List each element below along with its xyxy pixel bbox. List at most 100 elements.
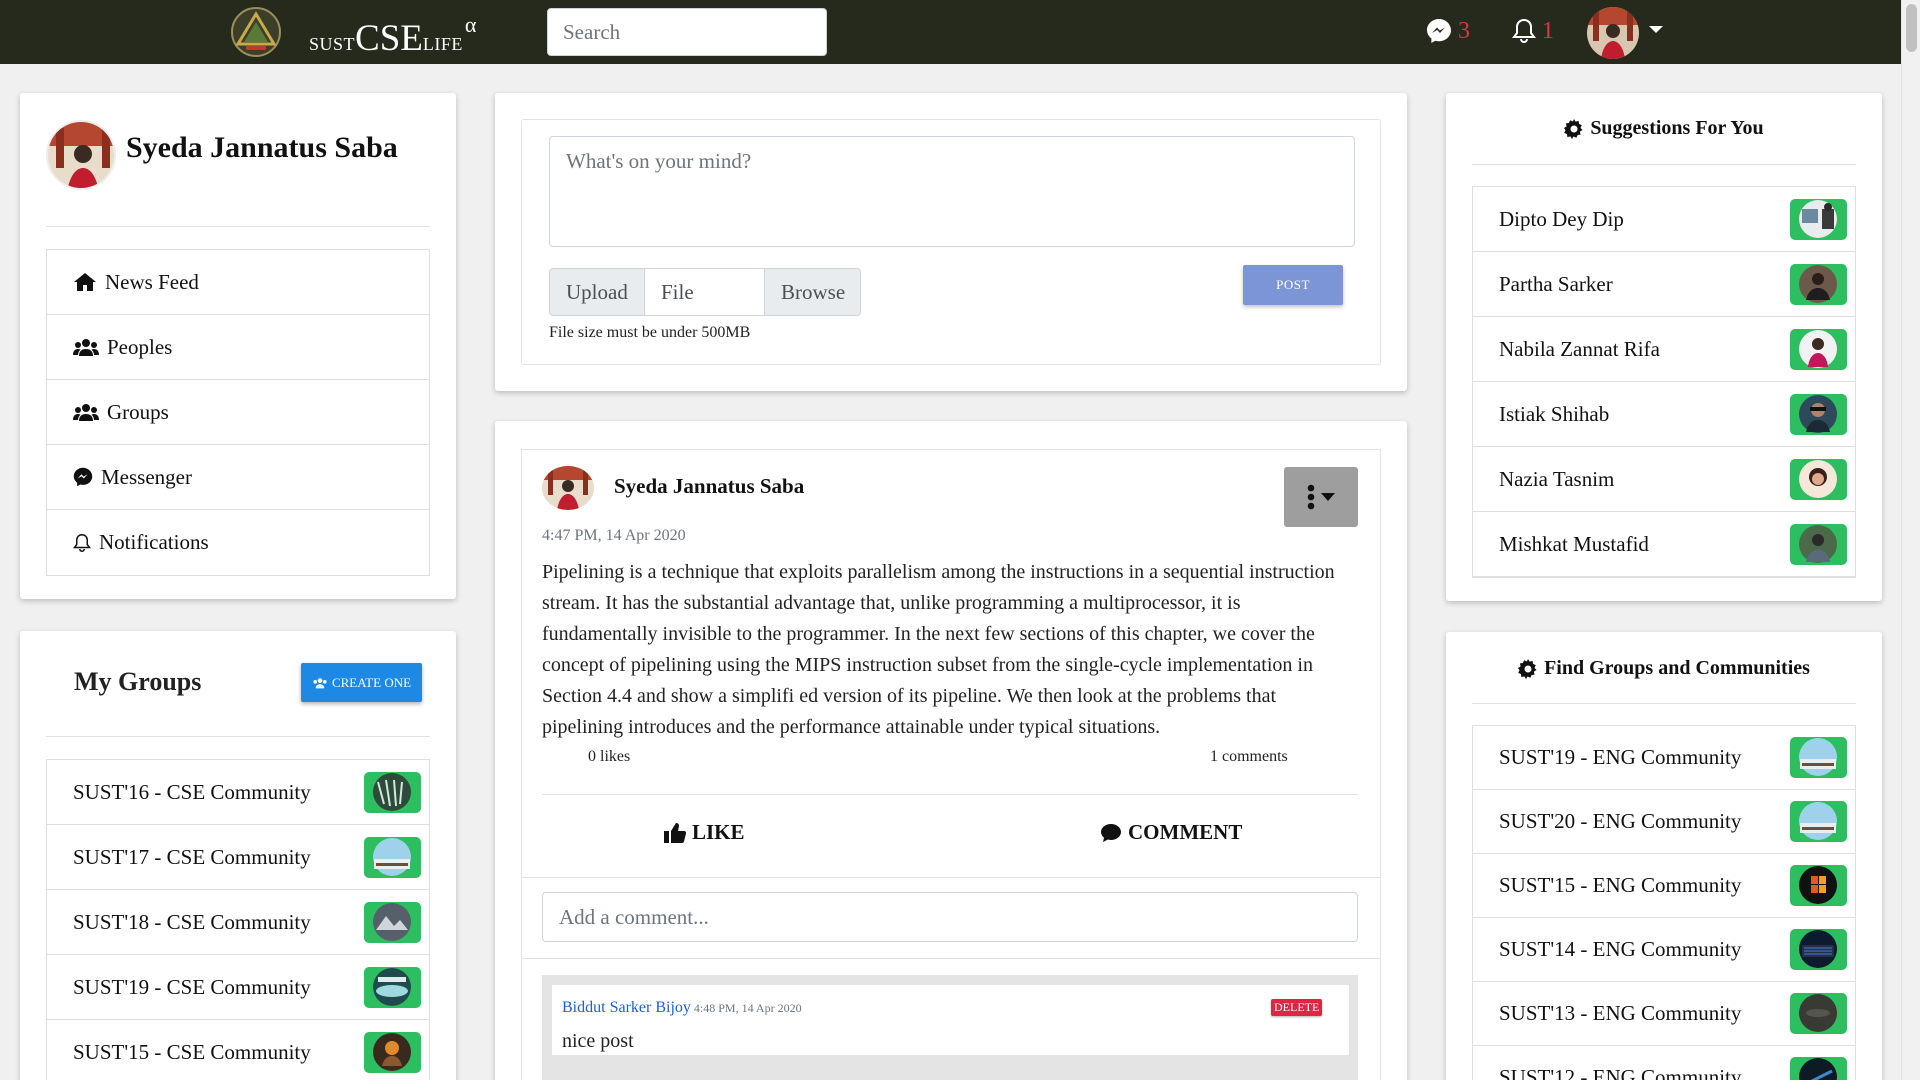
community-thumbnail	[1790, 865, 1847, 906]
community-item[interactable]: SUST'15 - ENG Community	[1473, 854, 1855, 918]
comments-section: Biddut Sarker Bijoy 4:48 PM, 14 Apr 2020 …	[542, 975, 1358, 1080]
menu-item-messenger[interactable]: Messenger	[47, 445, 429, 510]
suggestion-item[interactable]: Mishkat Mustafid	[1473, 512, 1855, 577]
menu-item-label: Groups	[107, 399, 169, 424]
messages-count: 3	[1458, 18, 1470, 44]
brand-alpha: α	[464, 12, 477, 37]
site-logo[interactable]	[230, 6, 282, 58]
my-groups-title: My Groups	[74, 667, 202, 696]
community-name: SUST'13 - ENG Community	[1499, 1001, 1742, 1025]
upload-label: Upload	[550, 269, 645, 315]
suggestions-list: Dipto Dey Dip Partha Sarker Nabila Zanna…	[1472, 186, 1856, 578]
menu-item-news-feed[interactable]: News Feed	[47, 250, 429, 315]
suggestion-item[interactable]: Dipto Dey Dip	[1473, 187, 1855, 252]
post-textarea[interactable]	[549, 136, 1355, 247]
suggestion-item[interactable]: Nabila Zannat Rifa	[1473, 317, 1855, 382]
profile-avatar[interactable]	[46, 120, 116, 190]
suggestion-item[interactable]: Istiak Shihab	[1473, 382, 1855, 447]
community-item[interactable]: SUST'19 - ENG Community	[1473, 726, 1855, 790]
comment-label: COMMENT	[1128, 820, 1243, 844]
bell-icon	[1512, 18, 1536, 43]
post-author-name[interactable]: Syeda Jannatus Saba	[614, 474, 804, 499]
suggestion-name: Nazia Tasnim	[1499, 466, 1615, 491]
create-group-button[interactable]: CREATE ONE	[301, 663, 422, 702]
communities-title-text: Find Groups and Communities	[1544, 657, 1810, 679]
suggestion-item[interactable]: Nazia Tasnim	[1473, 447, 1855, 512]
suggestion-avatar	[1790, 523, 1847, 565]
suggestion-avatar	[1790, 328, 1847, 370]
notifications-count: 1	[1542, 18, 1554, 44]
thumbs-up-icon	[664, 822, 686, 843]
menu-item-notifications[interactable]: Notifications	[47, 510, 429, 575]
group-item[interactable]: SUST'19 - CSE Community	[47, 955, 429, 1020]
like-button[interactable]: LIKE	[664, 820, 745, 845]
create-group-label: CREATE ONE	[331, 674, 412, 690]
divider	[46, 736, 430, 737]
scrollbar-thumb[interactable]	[1906, 4, 1917, 52]
community-item[interactable]: SUST'20 - ENG Community	[1473, 790, 1855, 854]
group-item-label: SUST'17 - CSE Community	[73, 844, 311, 869]
group-thumbnail	[364, 771, 421, 813]
menu-item-groups[interactable]: Groups	[47, 380, 429, 445]
community-item[interactable]: SUST'14 - ENG Community	[1473, 918, 1855, 982]
post-body: Pipelining is a technique that exploits …	[542, 561, 1335, 738]
file-size-hint: File size must be under 500MB	[549, 324, 751, 341]
divider	[1472, 703, 1856, 704]
file-upload-group[interactable]: Upload File Browse	[549, 268, 861, 316]
communities-list: SUST'19 - ENG Community SUST'20 - ENG Co…	[1472, 725, 1856, 1080]
page-scrollbar[interactable]	[1901, 0, 1920, 1080]
comment-item: Biddut Sarker Bijoy 4:48 PM, 14 Apr 2020 …	[552, 985, 1349, 1055]
comment-button[interactable]: COMMENT	[1100, 820, 1242, 845]
post-button[interactable]: POST	[1243, 265, 1343, 305]
communities-card: Find Groups and Communities SUST'19 - EN…	[1446, 632, 1882, 1080]
more-vertical-icon	[1307, 484, 1315, 510]
messages-button[interactable]: 3	[1426, 17, 1470, 45]
comment-text: nice post	[562, 1030, 634, 1052]
like-label: LIKE	[692, 820, 745, 844]
file-input[interactable]: File	[645, 269, 764, 315]
comment-input[interactable]	[542, 892, 1358, 942]
divider	[522, 877, 1380, 878]
suggestion-name: Partha Sarker	[1499, 271, 1613, 296]
group-item[interactable]: SUST'16 - CSE Community	[47, 760, 429, 825]
community-thumbnail	[1790, 929, 1847, 970]
notifications-button[interactable]: 1	[1512, 17, 1554, 45]
suggestion-name: Istiak Shihab	[1499, 401, 1610, 426]
chevron-down-icon[interactable]	[1649, 26, 1663, 33]
community-name: SUST'14 - ENG Community	[1499, 937, 1742, 961]
browse-button[interactable]: Browse	[764, 269, 860, 315]
delete-comment-button[interactable]: DELETE	[1271, 999, 1323, 1016]
comment-author-name[interactable]: Biddut Sarker Bijoy	[562, 999, 691, 1016]
divider	[522, 958, 1380, 959]
user-avatar-menu[interactable]	[1587, 7, 1639, 59]
suggestion-avatar	[1790, 263, 1847, 305]
suggestion-item[interactable]: Partha Sarker	[1473, 252, 1855, 317]
suggestion-name: Dipto Dey Dip	[1499, 206, 1624, 231]
divider	[46, 226, 430, 227]
community-thumbnail	[1790, 993, 1847, 1034]
group-thumbnail	[364, 836, 421, 878]
users-icon	[313, 677, 327, 688]
post-card: Syeda Jannatus Saba 4:47 PM, 14 Apr 2020…	[495, 421, 1407, 1080]
group-item[interactable]: SUST'17 - CSE Community	[47, 825, 429, 890]
post-timestamp: 4:47 PM, 14 Apr 2020	[542, 527, 686, 544]
post-options-button[interactable]	[1284, 467, 1358, 527]
group-item[interactable]: SUST'18 - CSE Community	[47, 890, 429, 955]
community-item[interactable]: SUST'13 - ENG Community	[1473, 982, 1855, 1046]
suggestion-name: Nabila Zannat Rifa	[1499, 336, 1660, 361]
post-likes-count[interactable]: 0 likes	[588, 748, 630, 766]
suggestion-avatar	[1790, 393, 1847, 435]
brand-sust: sust	[309, 27, 356, 56]
group-item[interactable]: SUST'15 - CSE Community	[47, 1020, 429, 1080]
group-thumbnail	[364, 966, 421, 1008]
post-author-avatar[interactable]	[542, 466, 594, 510]
users-icon	[73, 339, 99, 356]
menu-item-label: Peoples	[107, 334, 173, 359]
search-input[interactable]	[547, 8, 827, 56]
post-comments-count[interactable]: 1 comments	[1210, 748, 1288, 766]
community-item[interactable]: SUST'12 - ENG Community	[1473, 1046, 1855, 1080]
profile-name[interactable]: Syeda Jannatus Saba	[126, 131, 398, 165]
menu-item-peoples[interactable]: Peoples	[47, 315, 429, 380]
site-brand[interactable]: sustCSElifeα	[309, 12, 476, 60]
divider	[1472, 164, 1856, 165]
